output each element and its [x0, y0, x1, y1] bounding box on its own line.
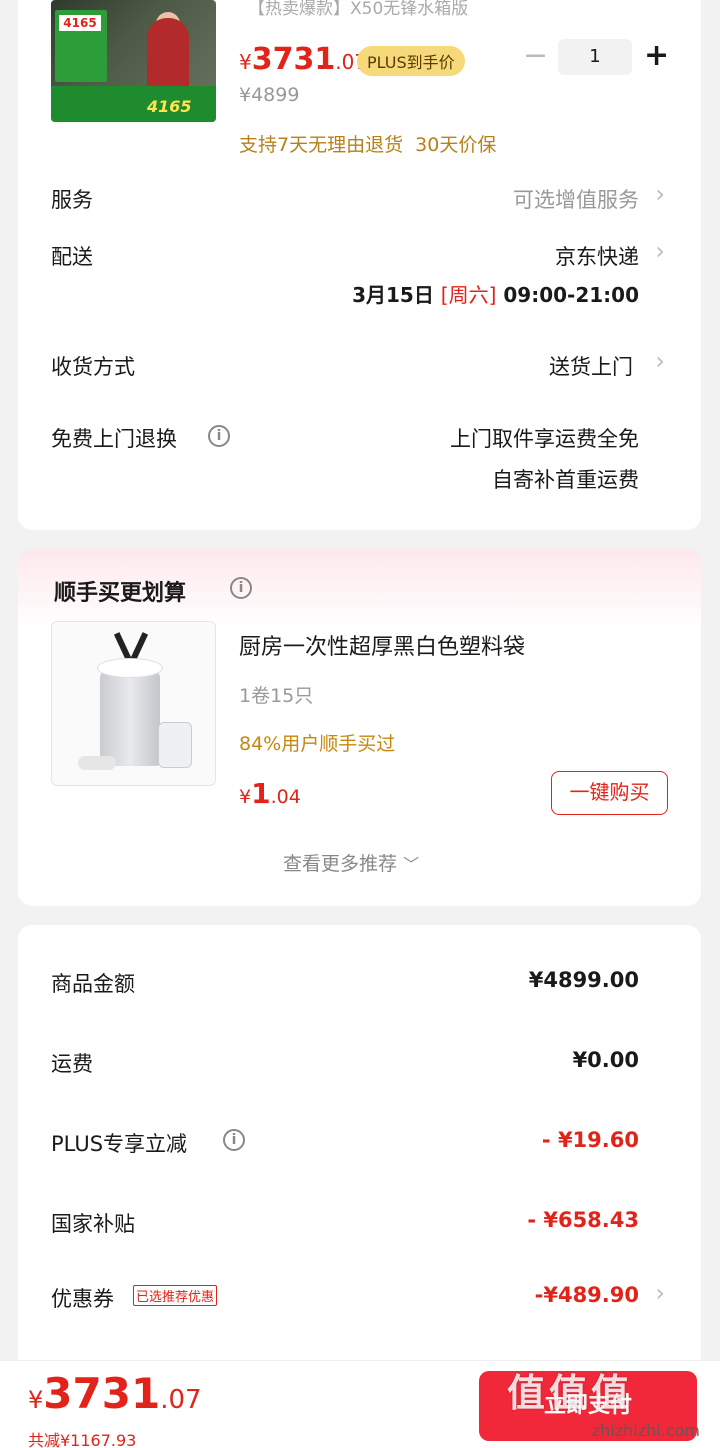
original-price: ¥4899 — [239, 84, 300, 106]
plus-discount-value: - ¥19.60 — [541, 1128, 639, 1152]
product-image[interactable]: 4165 4165 — [51, 0, 216, 122]
return-line-2: 自寄补首重运费 — [492, 468, 639, 492]
goods-amount-value: ¥4899.00 — [528, 968, 639, 992]
bag-rolls — [78, 756, 116, 770]
receive-label: 收货方式 — [51, 355, 135, 379]
watermark-logo: 值值值 — [507, 1371, 634, 1415]
coupon-label: 优惠券 — [51, 1287, 114, 1311]
delivery-weekday: [周六] — [440, 283, 497, 307]
thumb-price: 4165 — [147, 97, 192, 116]
bag-pack — [158, 722, 192, 768]
delivery-window: 09:00-21:00 — [503, 283, 639, 307]
addon-item-image[interactable] — [51, 621, 216, 786]
addon-price-dec: .04 — [270, 786, 301, 808]
product-price: ¥3731.07 — [239, 42, 367, 77]
addon-card: 顺手买更划算 i 厨房一次性超厚黑白色塑料袋 1卷15只 84%用户顺手买过 ¥… — [18, 549, 701, 906]
quantity-plus-button[interactable]: + — [644, 38, 669, 73]
total-price-dec: .07 — [160, 1385, 202, 1415]
order-card: 4165 4165 【热卖爆款】X50无锋水箱版 ¥3731.07 PLUS到手… — [18, 0, 701, 530]
addon-item-price: ¥1.04 — [239, 777, 301, 810]
see-more-label: 查看更多推荐 — [283, 853, 398, 875]
receive-value[interactable]: 送货上门 — [549, 351, 633, 381]
product-title[interactable]: 【热卖爆款】X50无锋水箱版 — [248, 0, 468, 19]
delivery-value[interactable]: 京东快递 — [555, 241, 639, 271]
plus-price-badge: PLUS到手价 — [357, 46, 465, 76]
see-more-recommend[interactable]: 查看更多推荐 ﹀ — [283, 849, 419, 876]
site-watermark: 值值值 zhizhizhi.com — [507, 1362, 712, 1446]
delivery-chevron-icon[interactable]: › — [655, 237, 665, 265]
coupon-value[interactable]: -¥489.90 — [535, 1283, 639, 1307]
delivery-time[interactable]: 3月15日 [周六] 09:00-21:00 — [352, 279, 639, 308]
summary-card: 商品金额 ¥4899.00 运费 ¥0.00 PLUS专享立减 i - ¥19.… — [18, 925, 701, 1385]
guarantee-text: 支持7天无理由退货 30天价保 — [239, 134, 497, 156]
receive-chevron-icon[interactable]: › — [655, 347, 665, 375]
addon-info-icon[interactable]: i — [230, 577, 252, 599]
return-label: 免费上门退换 — [51, 427, 177, 451]
goods-amount-label: 商品金额 — [51, 972, 135, 996]
shipping-value: ¥0.00 — [572, 1048, 639, 1072]
coupon-recommend-tag: 已选推荐优惠 — [133, 1285, 218, 1306]
return-line-1: 上门取件享运费全免 — [450, 427, 639, 451]
quantity-input[interactable]: 1 — [558, 39, 632, 75]
addon-price-symbol: ¥ — [239, 786, 252, 808]
return-info-icon[interactable]: i — [208, 425, 230, 447]
delivery-label: 配送 — [51, 245, 93, 269]
addon-title: 顺手买更划算 — [54, 581, 187, 606]
quantity-minus-button[interactable]: − — [523, 38, 548, 73]
plus-discount-info-icon[interactable]: i — [223, 1129, 245, 1151]
addon-item-name[interactable]: 厨房一次性超厚黑白色塑料袋 — [239, 629, 525, 661]
subsidy-value: - ¥658.43 — [527, 1208, 639, 1232]
subsidy-label: 国家补贴 — [51, 1212, 135, 1236]
addon-price-int: 1 — [251, 777, 271, 810]
shipping-label: 运费 — [51, 1052, 93, 1076]
total-price-symbol: ¥ — [28, 1386, 44, 1414]
total-price-int: 3731 — [43, 1369, 161, 1418]
plus-discount-label: PLUS专享立减 — [51, 1132, 188, 1156]
service-label: 服务 — [51, 188, 93, 212]
total-price: ¥3731.07 — [28, 1369, 202, 1418]
service-chevron-icon[interactable]: › — [655, 180, 665, 208]
price-symbol: ¥ — [239, 50, 252, 74]
delivery-date: 3月15日 — [352, 283, 434, 307]
addon-item-stat: 84%用户顺手买过 — [239, 733, 396, 755]
total-saved: 共减¥1167.93 — [28, 1431, 137, 1448]
price-int: 3731 — [251, 42, 336, 77]
trash-bin — [100, 670, 160, 766]
thumb-price-tag: 4165 — [59, 15, 101, 31]
chevron-down-icon: ﹀ — [403, 855, 420, 874]
addon-item-spec: 1卷15只 — [239, 685, 314, 707]
coupon-chevron-icon[interactable]: › — [655, 1279, 665, 1307]
bag-rim — [97, 658, 163, 678]
watermark-url: zhizhizhi.com — [591, 1421, 700, 1440]
one-click-buy-button[interactable]: 一键购买 — [551, 771, 668, 815]
service-value[interactable]: 可选增值服务 — [513, 184, 639, 214]
